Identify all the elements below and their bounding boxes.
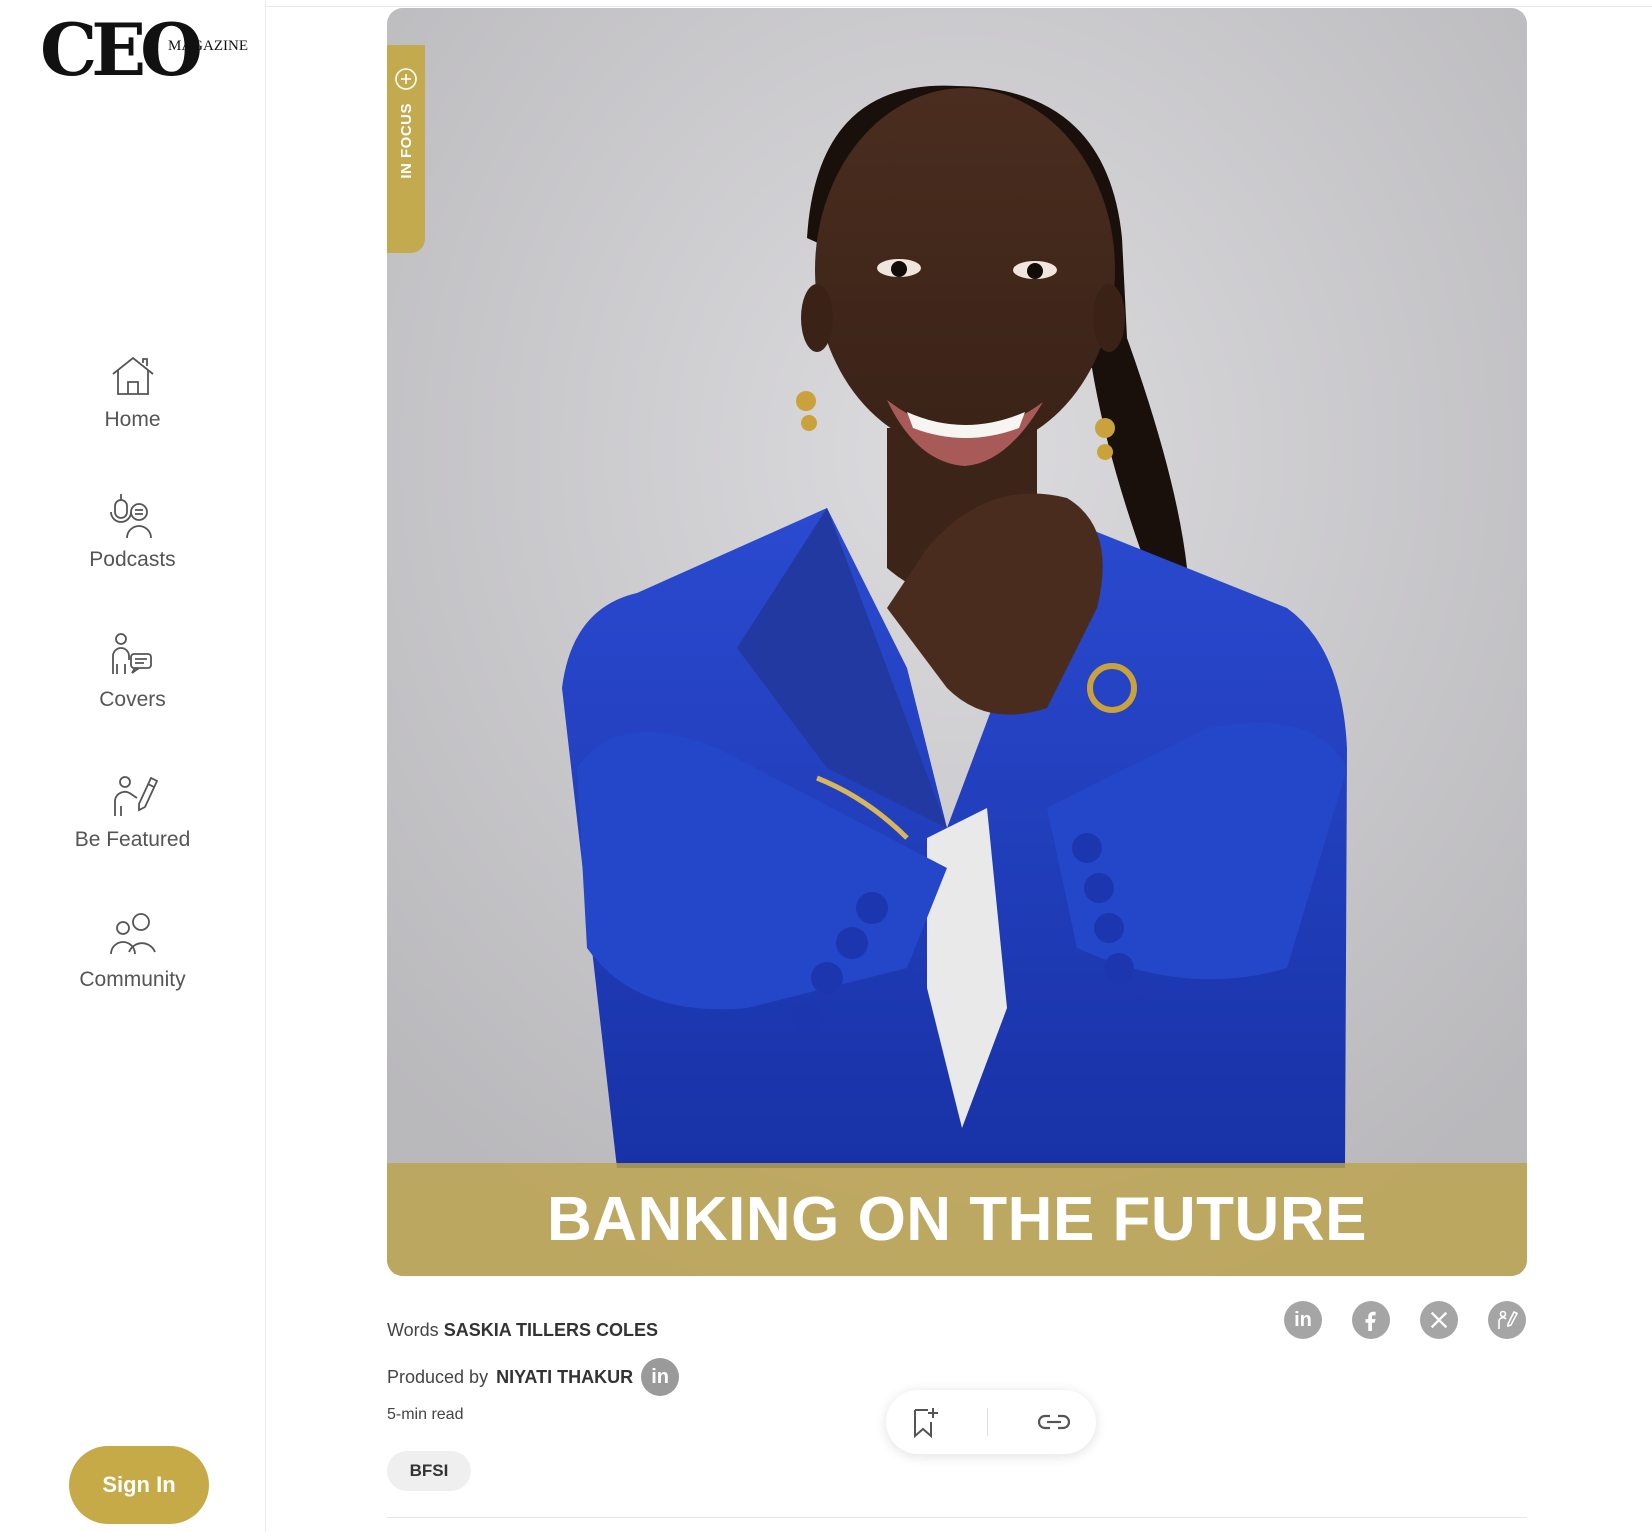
be-featured-icon [113,776,158,816]
ceo-magazine-logo[interactable]: CEO MAGAZINE [40,8,248,92]
top-divider [265,6,1652,7]
article-actions-bar [886,1390,1096,1454]
sidebar-item-label: Covers [99,688,166,711]
link-icon[interactable] [1036,1411,1072,1433]
podcast-icon [109,494,152,539]
author-name[interactable]: SASKIA TILLERS COLES [444,1320,658,1340]
sidebar-item-covers[interactable]: Covers [0,630,265,740]
sidebar-item-label: Community [79,968,186,991]
sidebar-item-home[interactable]: Home [0,350,265,460]
author-line: Words SASKIA TILLERS COLES [387,1320,658,1341]
plus-circle-icon [395,68,417,90]
producer-linkedin-icon[interactable]: in [641,1358,680,1396]
content-divider [387,1517,1527,1518]
producer-line: Produced by NIYATI THAKUR in [387,1358,680,1396]
bookmark-add-icon[interactable] [910,1406,940,1438]
home-icon [111,356,154,395]
share-bar: in [1284,1301,1526,1339]
sign-in-button[interactable]: Sign In [69,1446,209,1524]
sidebar-item-label: Home [104,408,161,431]
logo-sub: MAGAZINE [168,38,248,54]
sidebar-item-be-featured[interactable]: Be Featured [0,770,265,880]
covers-icon [111,633,152,674]
x-icon[interactable] [1420,1301,1458,1339]
tag-chip[interactable]: BFSI [387,1451,471,1491]
sidebar-item-label: Be Featured [74,828,191,851]
cover-portrait-photo [387,8,1527,1276]
sidebar-item-community[interactable]: Community [0,910,265,1020]
actions-divider [987,1408,989,1436]
in-focus-badge[interactable]: IN FOCUS [387,45,425,253]
linkedin-icon[interactable]: in [1284,1301,1322,1339]
produced-prefix: Produced by [387,1366,489,1387]
community-icon [109,913,156,955]
facebook-icon[interactable] [1352,1301,1390,1339]
sidebar-item-podcasts[interactable]: Podcasts [0,490,265,600]
sidebar: CEO MAGAZINE Home Podcasts Covers Be Fea… [0,0,266,1532]
words-prefix: Words [387,1320,439,1340]
sidebar-item-label: Podcasts [89,548,176,571]
hero-image: IN FOCUS BANKING ON THE FUTURE [387,8,1527,1276]
be-featured-icon[interactable] [1488,1301,1526,1339]
producer-name[interactable]: NIYATI THAKUR [496,1367,633,1388]
hero-title-band: BANKING ON THE FUTURE [387,1163,1527,1276]
in-focus-label: IN FOCUS [397,103,415,179]
read-time: 5-min read [387,1406,464,1423]
article-title: BANKING ON THE FUTURE [547,1185,1367,1254]
